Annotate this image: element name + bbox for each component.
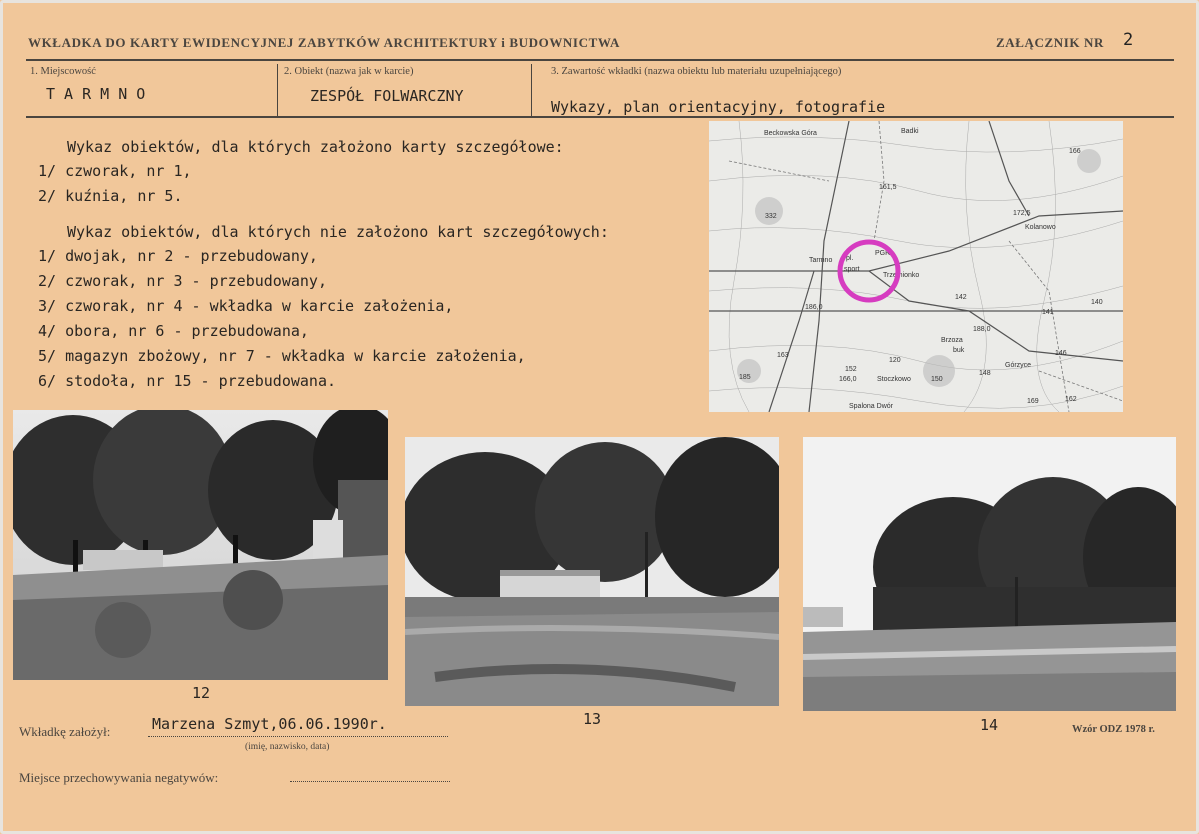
list-item: 3/ czworak, nr 4 - wkładka w karcie zało… — [38, 297, 454, 315]
map-label: 146 — [1055, 350, 1067, 357]
photo-13 — [405, 437, 779, 706]
fields-rule — [26, 116, 1174, 118]
map-label: 161,5 — [879, 184, 897, 191]
record-card: WKŁADKA DO KARTY EWIDENCYJNEJ ZABYTKÓW A… — [0, 0, 1199, 834]
map-label: 186,0 — [805, 304, 823, 311]
map-label: Górzyce — [1005, 362, 1031, 369]
founder-hint: (imię, nazwisko, data) — [245, 742, 330, 752]
list-item: 2/ kuźnia, nr 5. — [38, 187, 183, 205]
list-item: 1/ czworak, nr 1, — [38, 162, 192, 180]
photo-caption: 12 — [192, 684, 211, 702]
map-label: 162 — [1065, 396, 1077, 403]
map-label: 142 — [955, 294, 967, 301]
photo-14 — [803, 437, 1176, 711]
list-without-cards-heading: Wykaz obiektów, dla których nie założono… — [67, 223, 609, 241]
annex-label: ZAŁĄCZNIK NR — [996, 35, 1104, 50]
negatives-label: Miejsce przechowywania negatywów: — [19, 770, 219, 785]
map-label: Brzoza — [941, 337, 963, 344]
map-label: Tarmno — [809, 257, 832, 264]
contents-value: Wykazy, plan orientacyjny, fotografie — [551, 98, 886, 116]
list-with-cards-heading: Wykaz obiektów, dla których założono kar… — [67, 138, 564, 156]
map-label: 148 — [979, 370, 991, 377]
map-label: 166 — [1069, 148, 1081, 155]
annex-number: 2 — [1123, 30, 1134, 50]
map-label: 166,0 — [839, 376, 857, 383]
map-label: 140 — [1091, 299, 1103, 306]
list-item: 4/ obora, nr 6 - przebudowana, — [38, 322, 309, 340]
founder-label: Wkładkę założył: — [19, 724, 111, 739]
map-label: Beckowska Góra — [764, 130, 817, 137]
map-label: 120 — [889, 357, 901, 364]
object-value: ZESPÓŁ FOLWARCZNY — [310, 87, 464, 105]
photo-caption: 13 — [583, 710, 602, 728]
form-label: Wzór ODZ 1978 r. — [1072, 724, 1155, 735]
map-label: Badki — [901, 128, 919, 135]
map-label: Spalona Dwór — [849, 403, 894, 410]
map-label: 152 — [845, 366, 857, 373]
contents-label: 3. Zawartość wkładki (nazwa obiektu lub … — [551, 66, 842, 77]
field-divider-1 — [277, 64, 278, 116]
map-label: 332 — [765, 213, 777, 220]
map-label: 169 — [1027, 398, 1039, 405]
map-label: 188,0 — [973, 326, 991, 333]
map-label: sport — [844, 266, 860, 273]
map-label: Kolanowo — [1025, 224, 1056, 231]
header-rule — [26, 59, 1174, 61]
map-drawing: Beckowska Góra Badki 161,5 172,5 166 332… — [709, 121, 1123, 412]
map-label: Stoczkowo — [877, 376, 911, 383]
map-label: 141 — [1042, 309, 1054, 316]
negatives-dotted-line — [290, 781, 450, 782]
map-label: Trzemionko — [883, 272, 919, 279]
card-title: WKŁADKA DO KARTY EWIDENCYJNEJ ZABYTKÓW A… — [28, 35, 620, 50]
photo-caption: 14 — [980, 716, 999, 734]
map-label: 185 — [739, 374, 751, 381]
map-label: 163 — [777, 352, 789, 359]
map-label: buk — [953, 347, 965, 354]
locality-value: T A R M N O — [46, 85, 146, 103]
list-item: 6/ stodoła, nr 15 - przebudowana. — [38, 372, 337, 390]
photo-12 — [13, 410, 388, 680]
orientation-map: Beckowska Góra Badki 161,5 172,5 166 332… — [709, 121, 1123, 412]
list-item: 5/ magazyn zbożowy, nr 7 - wkładka w kar… — [38, 347, 526, 365]
object-label: 2. Obiekt (nazwa jak w karcie) — [284, 66, 414, 77]
form-label-text: Wzór ODZ — [1072, 724, 1123, 735]
field-divider-2 — [531, 64, 532, 116]
map-label: 150 — [931, 376, 943, 383]
list-item: 1/ dwojak, nr 2 - przebudowany, — [38, 247, 318, 265]
founder-value: Marzena Szmyt,06.06.1990r. — [152, 715, 387, 733]
form-year: 1978 r. — [1124, 724, 1155, 735]
map-label: 172,5 — [1013, 210, 1031, 217]
founder-dotted-line — [148, 736, 448, 737]
locality-label: 1. Miejscowość — [30, 66, 96, 77]
list-item: 2/ czworak, nr 3 - przebudowany, — [38, 272, 327, 290]
